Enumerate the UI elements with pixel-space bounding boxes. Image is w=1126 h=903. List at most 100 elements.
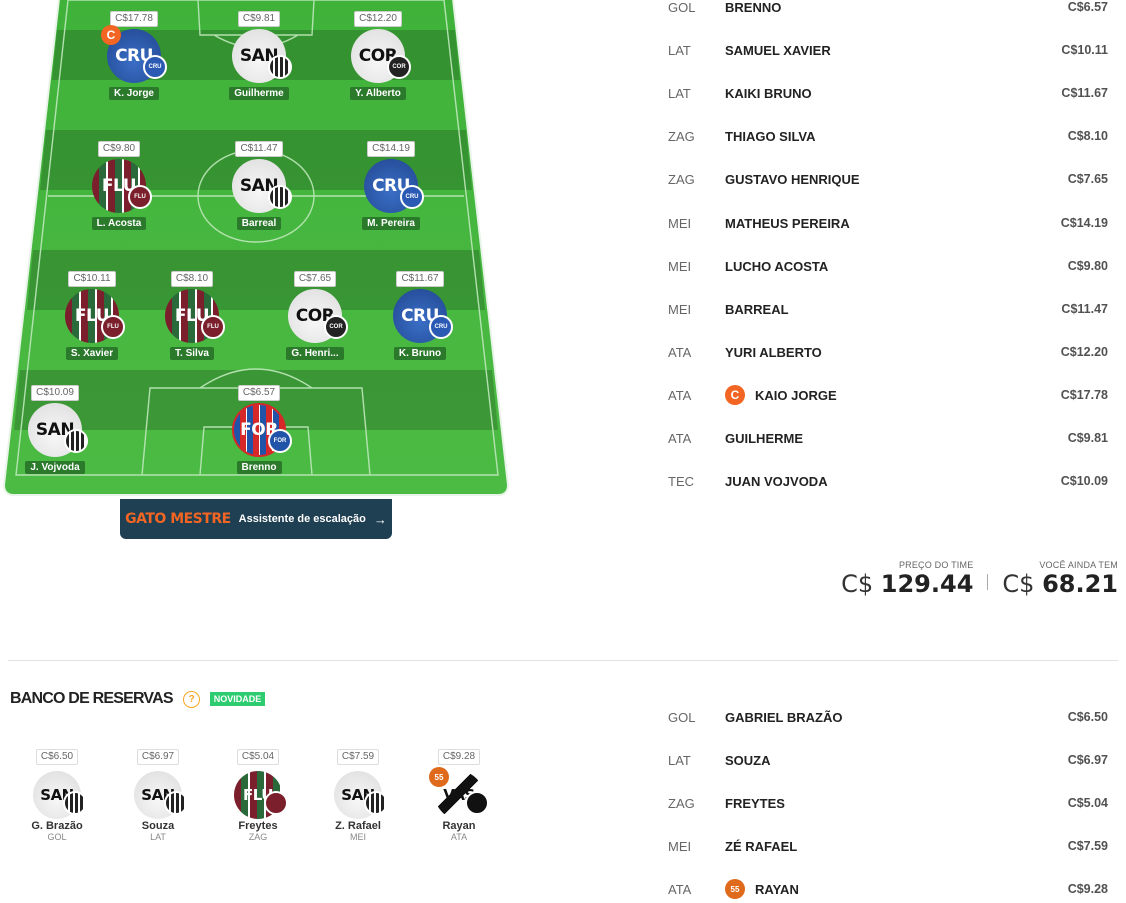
field: C$17.78 CRU CRU C K. Jorge C$9.81 SAN Gu… xyxy=(0,0,515,502)
lineup-price: C$10.09 xyxy=(1060,474,1108,488)
bench-title: BANCO DE RESERVAS xyxy=(10,690,174,707)
player-price: C$11.47 xyxy=(235,141,283,157)
player-card[interactable]: C$12.20 COR COR Y. Alberto xyxy=(323,8,433,101)
player-price: C$8.10 xyxy=(170,271,214,287)
help-icon[interactable]: ? xyxy=(182,690,200,708)
lineup-pos: MEI xyxy=(668,215,692,231)
player-name: K. Jorge xyxy=(108,87,159,100)
player-card[interactable]: C$10.09 SAN J. Vojvoda xyxy=(0,382,110,475)
team-price-currency: C$ xyxy=(841,570,874,598)
lineup-name: GUSTAVO HENRIQUE xyxy=(725,171,860,187)
lineup-price: C$9.81 xyxy=(1067,431,1108,445)
bench-pos: ZAG xyxy=(668,795,695,811)
team-badge-icon: FLU xyxy=(128,185,152,209)
player-price: C$7.59 xyxy=(336,749,380,765)
player-position: LAT xyxy=(150,832,166,842)
player-card[interactable]: C$9.81 SAN Guilherme xyxy=(204,8,314,101)
lineup-row[interactable]: LAT SAMUEL XAVIER C$10.11 xyxy=(668,40,1108,60)
lineup-price: C$7.65 xyxy=(1067,172,1108,186)
team-badge-icon xyxy=(268,185,292,209)
bench-row[interactable]: ZAG FREYTES C$5.04 xyxy=(668,793,1108,813)
number-badge-icon: 55 xyxy=(429,767,449,787)
lineup-row[interactable]: ZAG THIAGO SILVA C$8.10 xyxy=(668,126,1108,146)
lineup-row[interactable]: ATA YURI ALBERTO C$12.20 xyxy=(668,342,1108,362)
player-card[interactable]: C$9.80 FLU FLU L. Acosta xyxy=(64,138,174,231)
player-card[interactable]: C$14.19 CRU CRU M. Pereira xyxy=(336,138,446,231)
lineup-row[interactable]: ATA C KAIO JORGE C$17.78 xyxy=(668,385,1108,405)
bench-row[interactable]: ATA 55 RAYAN C$9.28 xyxy=(668,879,1108,899)
player-price: C$14.19 xyxy=(367,141,415,157)
bench-row[interactable]: LAT SOUZA C$6.97 xyxy=(668,750,1108,770)
lineup-row[interactable]: ZAG GUSTAVO HENRIQUE C$7.65 xyxy=(668,169,1108,189)
bench-name: FREYTES xyxy=(725,795,785,811)
player-name: S. Xavier xyxy=(65,347,119,360)
player-name: Freytes xyxy=(238,820,278,832)
player-name: Rayan xyxy=(442,820,476,832)
bench-player-card[interactable]: C$7.59 SAN Z. Rafael MEI xyxy=(313,746,403,843)
bench-row[interactable]: GOL GABRIEL BRAZÃO C$6.50 xyxy=(668,707,1108,727)
team-badge-icon: CRU xyxy=(143,55,167,79)
player-price: C$7.65 xyxy=(293,271,337,287)
lineup-pos: ATA xyxy=(668,387,692,403)
team-badge-icon: FLU xyxy=(201,315,225,339)
player-card[interactable]: C$8.10 FLU FLU T. Silva xyxy=(137,268,247,361)
bench-row[interactable]: MEI ZÉ RAFAEL C$7.59 xyxy=(668,836,1108,856)
bench-pos: GOL xyxy=(668,709,696,725)
team-price-label: PREÇO DO TIME xyxy=(898,560,974,570)
lineup-pos: TEC xyxy=(668,473,694,489)
lineup-pos: ZAG xyxy=(668,128,695,144)
lineup-price: C$6.57 xyxy=(1067,0,1108,14)
lineup-price: C$11.47 xyxy=(1061,302,1108,316)
player-card[interactable]: C$6.57 FOR FOR Brenno xyxy=(204,382,314,475)
gato-mestre-button[interactable]: GATO MESTRE Assistente de escalação → xyxy=(120,499,392,539)
captain-icon: C xyxy=(725,385,745,405)
lineup-row[interactable]: LAT KAIKI BRUNO C$11.67 xyxy=(668,83,1108,103)
lineup-name: BRENNO xyxy=(725,0,782,15)
lineup-pos: MEI xyxy=(668,258,692,274)
remaining-currency: C$ xyxy=(1002,570,1035,598)
bench-price: C$6.97 xyxy=(1067,753,1108,767)
player-name: G. Brazão xyxy=(31,820,83,832)
lineup-row[interactable]: GOL BRENNO C$6.57 xyxy=(668,0,1108,17)
player-price: C$5.04 xyxy=(236,749,280,765)
team-badge-icon xyxy=(268,55,292,79)
lineup-row[interactable]: MEI MATHEUS PEREIRA C$14.19 xyxy=(668,213,1108,233)
player-price: C$6.57 xyxy=(237,385,281,401)
player-card[interactable]: C$10.11 FLU FLU S. Xavier xyxy=(37,268,147,361)
lineup-pos: GOL xyxy=(668,0,696,15)
lineup-name: MATHEUS PEREIRA xyxy=(725,215,850,231)
player-price: C$10.09 xyxy=(31,385,79,401)
bench-player-card[interactable]: C$9.28 VAS 55 Rayan ATA xyxy=(414,746,504,843)
number-badge-icon: 55 xyxy=(725,879,745,899)
bench-name: SOUZA xyxy=(725,752,771,768)
player-card[interactable]: C$11.67 CRU CRU K. Bruno xyxy=(365,268,475,361)
player-name: M. Pereira xyxy=(362,217,420,230)
bench-player-card[interactable]: C$5.04 FLU Freytes ZAG xyxy=(213,746,303,843)
captain-icon: C xyxy=(101,25,121,45)
bench-name: ZÉ RAFAEL xyxy=(725,838,798,854)
player-name: G. Henri... xyxy=(286,347,344,360)
lineup-row[interactable]: TEC JUAN VOJVODA C$10.09 xyxy=(668,471,1108,491)
team-badge-icon xyxy=(264,791,288,815)
player-card[interactable]: C$7.65 COR COR G. Henri... xyxy=(260,268,370,361)
player-name: L. Acosta xyxy=(91,217,147,230)
bench-player-card[interactable]: C$6.50 SAN G. Brazão GOL xyxy=(12,746,102,843)
lineup-name: KAIKI BRUNO xyxy=(725,85,812,101)
player-price: C$9.80 xyxy=(97,141,141,157)
bench-price: C$9.28 xyxy=(1067,882,1108,896)
player-price: C$6.97 xyxy=(136,749,180,765)
remaining-budget: VOCÊ AINDA TEM C$ 68.21 xyxy=(1002,560,1118,598)
player-price: C$9.81 xyxy=(237,11,281,27)
bench-player-card[interactable]: C$6.97 SAN Souza LAT xyxy=(113,746,203,843)
player-name: Guilherme xyxy=(229,87,289,100)
lineup-row[interactable]: ATA GUILHERME C$9.81 xyxy=(668,428,1108,448)
player-card[interactable]: C$11.47 SAN Barreal xyxy=(204,138,314,231)
arrow-right-icon: → xyxy=(373,511,387,527)
lineup-row[interactable]: MEI LUCHO ACOSTA C$9.80 xyxy=(668,256,1108,276)
player-name: Brenno xyxy=(236,461,282,474)
team-badge-icon: FLU xyxy=(101,315,125,339)
lineup-row[interactable]: MEI BARREAL C$11.47 xyxy=(668,299,1108,319)
player-card[interactable]: C$17.78 CRU CRU C K. Jorge xyxy=(79,8,189,101)
team-badge-icon xyxy=(465,791,489,815)
bench-price: C$6.50 xyxy=(1067,710,1108,724)
